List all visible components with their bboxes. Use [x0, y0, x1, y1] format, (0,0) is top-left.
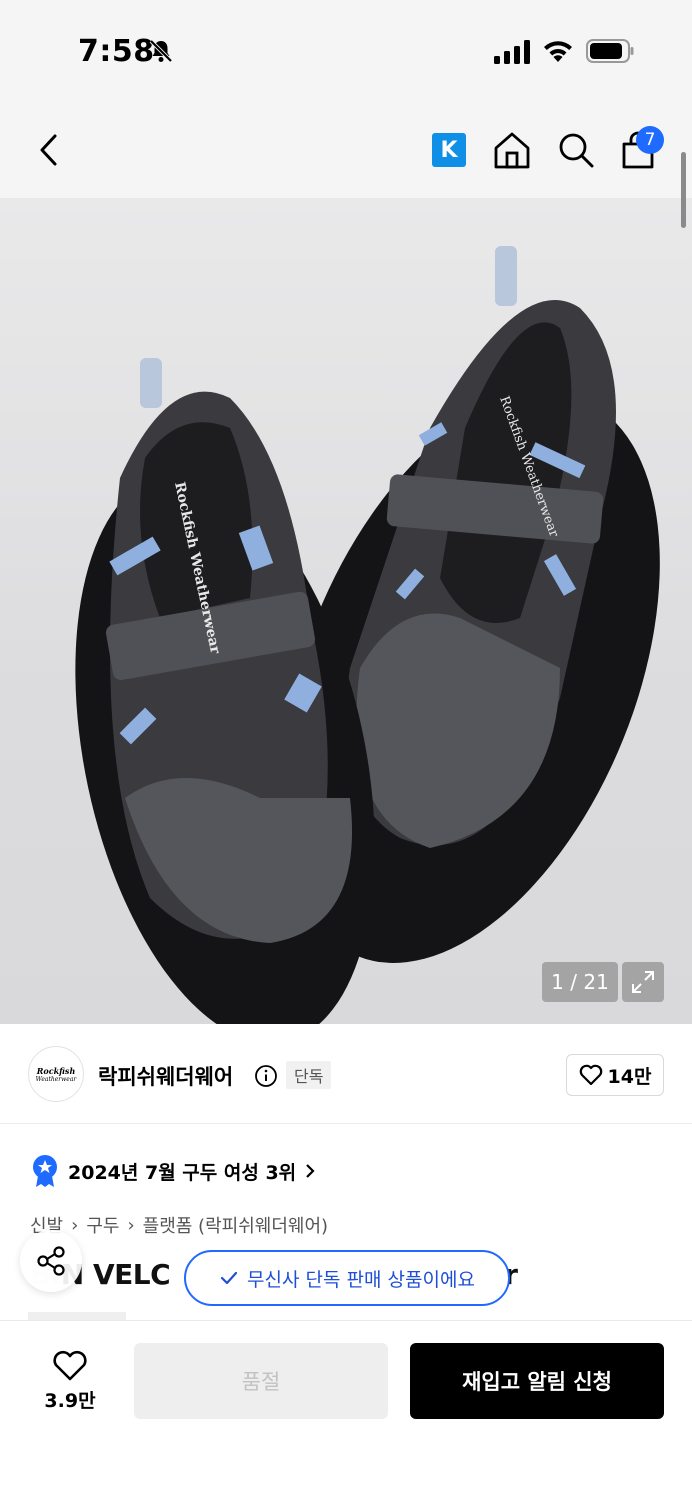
brand-like-count: 14만: [607, 1065, 652, 1088]
toast-text: 무신사 단독 판매 상품이에요: [247, 1268, 475, 1291]
product-image-gallery[interactable]: Rockfish Weatherwear Rockfish Weatherwea…: [0, 198, 692, 1024]
status-time: 7:58: [78, 34, 155, 69]
home-icon: [494, 132, 530, 169]
brand-like-button[interactable]: 14만: [566, 1054, 664, 1096]
exclusive-badge: 단독: [286, 1061, 332, 1089]
search-button[interactable]: [554, 128, 598, 172]
home-button[interactable]: [490, 128, 534, 172]
breadcrumb-separator-icon: ›: [127, 1214, 135, 1236]
ranking-text: 2024년 7월 구두 여성 3위: [68, 1161, 297, 1184]
cellular-signal-icon: [494, 40, 530, 64]
breadcrumb: 신발 › 구두 › 플랫폼 (락피쉬웨더웨어): [30, 1212, 328, 1238]
exclusive-toast: 무신사 단독 판매 상품이에요: [184, 1250, 510, 1306]
heart-outline-icon: [53, 1350, 87, 1380]
product-tag: [28, 1312, 126, 1320]
breadcrumb-item[interactable]: 구두: [86, 1212, 119, 1238]
breadcrumb-item[interactable]: 플랫폼 (락피쉬웨더웨어): [143, 1212, 328, 1238]
info-icon[interactable]: [254, 1064, 278, 1088]
status-bar: 7:58: [0, 0, 692, 100]
expand-image-button[interactable]: [622, 962, 664, 1002]
cart-count-badge: 7: [636, 126, 664, 154]
image-counter: 1 / 21: [542, 962, 618, 1002]
brand-row: Rockfish Weatherwear 락피쉬웨더웨어 단독 14만: [0, 1024, 692, 1124]
top-nav-bar: K: [0, 100, 692, 198]
brand-logo-text-1: Rockfish: [36, 1065, 76, 1076]
back-button[interactable]: [28, 128, 72, 172]
wifi-icon: [544, 41, 572, 62]
bell-slash-icon: [149, 39, 173, 63]
wishlist-count: 3.9만: [44, 1389, 96, 1412]
breadcrumb-separator-icon: ›: [71, 1214, 79, 1236]
share-icon: [37, 1246, 65, 1276]
bottom-action-bar: 3.9만 품절 재입고 알림 신청: [0, 1320, 692, 1500]
k-logo-button[interactable]: K: [432, 133, 466, 167]
share-button[interactable]: [20, 1230, 82, 1292]
ranking-badge-icon: [33, 1155, 57, 1187]
scroll-indicator[interactable]: [681, 152, 686, 228]
expand-icon: [632, 971, 654, 993]
brand-name[interactable]: 락피쉬웨더웨어: [98, 1061, 233, 1091]
brand-logo[interactable]: Rockfish Weatherwear: [28, 1046, 84, 1102]
restock-alert-button[interactable]: 재입고 알림 신청: [410, 1343, 664, 1419]
soldout-button[interactable]: 품절: [134, 1343, 388, 1419]
check-icon: [220, 1271, 238, 1285]
search-icon: [559, 133, 594, 168]
heart-outline-icon: [579, 1064, 602, 1086]
k-logo-icon: K: [440, 137, 458, 163]
chevron-left-icon: [40, 134, 57, 166]
chevron-right-icon: [306, 1164, 315, 1178]
brand-logo-text-2: Weatherwear: [35, 1075, 77, 1083]
ranking-link[interactable]: 2024년 7월 구두 여성 3위: [30, 1154, 316, 1188]
wishlist-button[interactable]: 3.9만: [30, 1347, 110, 1415]
battery-icon: [586, 39, 634, 63]
product-image: Rockfish Weatherwear Rockfish Weatherwea…: [75, 246, 660, 1024]
